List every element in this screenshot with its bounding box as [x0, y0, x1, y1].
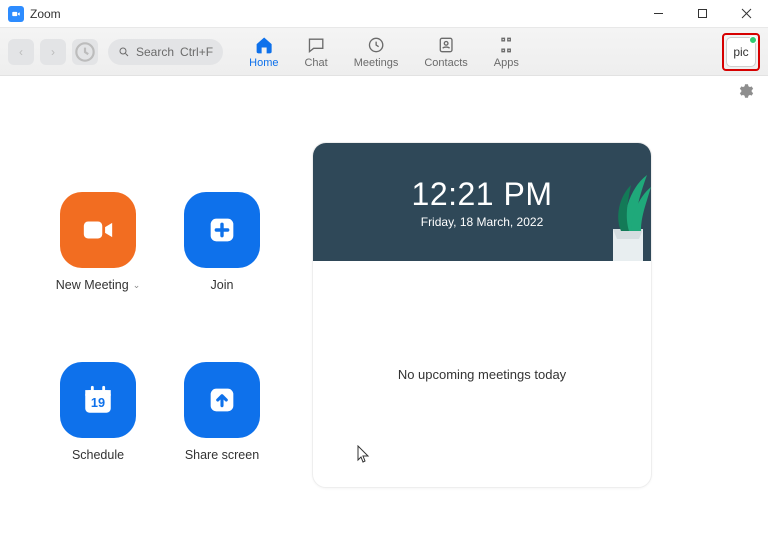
svg-text:19: 19	[91, 395, 105, 410]
action-label: Share screen	[185, 448, 259, 462]
tab-chat[interactable]: Chat	[304, 35, 327, 69]
minimize-button[interactable]	[636, 0, 680, 28]
contacts-icon	[436, 35, 456, 55]
panel-header: 12:21 PM Friday, 18 March, 2022	[313, 143, 651, 261]
tab-meetings[interactable]: Meetings	[354, 35, 399, 69]
nav-tabs: Home Chat Meetings Contacts Apps	[249, 35, 519, 69]
plant-decoration	[551, 143, 651, 261]
profile-avatar[interactable]: pic	[726, 37, 756, 67]
settings-row	[0, 76, 768, 106]
tab-home[interactable]: Home	[249, 35, 278, 69]
apps-icon	[496, 35, 516, 55]
action-new-meeting: New Meeting ⌄	[48, 192, 148, 318]
action-join: Join	[172, 192, 272, 318]
main-content: New Meeting ⌄ Join 19 Schedule Share scr…	[0, 106, 768, 506]
tab-label: Contacts	[424, 57, 467, 69]
upcoming-panel: 12:21 PM Friday, 18 March, 2022 No upcom…	[312, 142, 652, 488]
panel-body: No upcoming meetings today	[313, 261, 651, 487]
avatar-label: pic	[733, 45, 748, 59]
zoom-app-icon	[8, 6, 24, 22]
home-icon	[254, 35, 274, 55]
history-button[interactable]	[72, 39, 98, 65]
new-meeting-button[interactable]	[60, 192, 136, 268]
nav-forward-button[interactable]: ›	[40, 39, 66, 65]
window-controls	[636, 0, 768, 28]
tab-contacts[interactable]: Contacts	[424, 35, 467, 69]
tab-apps[interactable]: Apps	[494, 35, 519, 69]
toolbar: ‹ › Search Ctrl+F Home Chat Meetings Con…	[0, 28, 768, 76]
clock-icon	[366, 35, 386, 55]
tab-label: Meetings	[354, 57, 399, 69]
window-title: Zoom	[30, 7, 61, 21]
presence-indicator	[749, 36, 757, 44]
chat-icon	[306, 35, 326, 55]
nav-back-button[interactable]: ‹	[8, 39, 34, 65]
search-icon	[118, 46, 130, 58]
share-icon	[205, 383, 239, 417]
tab-label: Home	[249, 57, 278, 69]
tab-label: Chat	[304, 57, 327, 69]
schedule-button[interactable]: 19	[60, 362, 136, 438]
plus-icon	[205, 213, 239, 247]
action-share-screen: Share screen	[172, 362, 272, 488]
clock-time: 12:21 PM	[412, 176, 553, 213]
gear-icon[interactable]	[736, 82, 754, 100]
cursor-icon	[357, 445, 371, 463]
share-screen-button[interactable]	[184, 362, 260, 438]
calendar-icon: 19	[81, 383, 115, 417]
maximize-button[interactable]	[680, 0, 724, 28]
empty-message: No upcoming meetings today	[398, 367, 566, 382]
avatar-highlight: pic	[722, 33, 760, 71]
clock-date: Friday, 18 March, 2022	[421, 215, 544, 229]
search-label: Search	[136, 45, 174, 59]
search-input[interactable]: Search Ctrl+F	[108, 39, 223, 65]
action-label: Join	[211, 278, 234, 292]
tab-label: Apps	[494, 57, 519, 69]
titlebar: Zoom	[0, 0, 768, 28]
search-shortcut: Ctrl+F	[180, 45, 213, 59]
action-label: New Meeting ⌄	[56, 278, 141, 292]
quick-actions: New Meeting ⌄ Join 19 Schedule Share scr…	[48, 192, 272, 488]
join-button[interactable]	[184, 192, 260, 268]
action-schedule: 19 Schedule	[48, 362, 148, 488]
action-label: Schedule	[72, 448, 124, 462]
video-icon	[81, 213, 115, 247]
close-button[interactable]	[724, 0, 768, 28]
chevron-down-icon[interactable]: ⌄	[133, 280, 141, 291]
